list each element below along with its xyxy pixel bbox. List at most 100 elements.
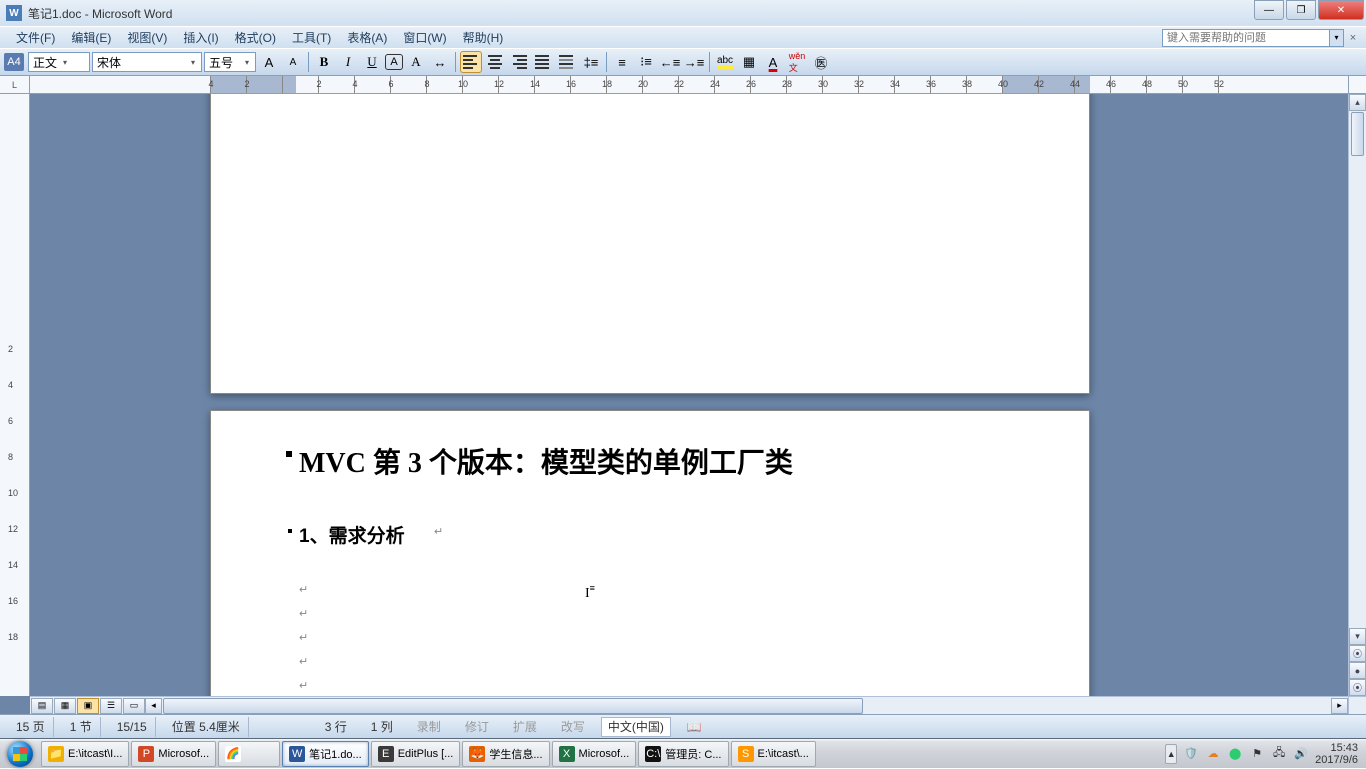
char-shading-icon[interactable]: A [405, 51, 427, 73]
tray-action-icon[interactable]: ⬤ [1227, 746, 1243, 762]
status-page-count[interactable]: 15/15 [109, 717, 156, 737]
status-line[interactable]: 3 行 [317, 717, 355, 737]
distribute-button[interactable] [556, 51, 578, 73]
status-page[interactable]: 15 页 [8, 717, 54, 737]
menu-close-icon[interactable]: × [1346, 29, 1360, 47]
taskbar-item[interactable]: 📁E:\itcast\I... [41, 741, 129, 767]
border-button[interactable]: ▦ [738, 51, 760, 73]
ruler-row: L 42246810121416182022242628303234363840… [0, 76, 1366, 94]
vertical-ruler[interactable]: 2 4 6 8 10 12 14 16 18 [0, 94, 30, 696]
scroll-up-button[interactable]: ▴ [1349, 94, 1366, 111]
tray-onedrive-icon[interactable]: ☁ [1205, 746, 1221, 762]
status-bar: 15 页 1 节 15/15 位置 5.4厘米 3 行 1 列 录制 修订 扩展… [0, 714, 1366, 738]
taskbar-item[interactable]: XMicrosof... [552, 741, 637, 767]
phonetic-guide-icon[interactable]: wěn文 [786, 51, 808, 73]
status-language[interactable]: 中文(中国) [601, 717, 671, 737]
style-combo[interactable]: 正文▾ [28, 52, 90, 72]
taskbar-item[interactable]: C:\管理员: C... [638, 741, 728, 767]
bullet-list-button[interactable]: ⁝≡ [635, 51, 657, 73]
web-view-button[interactable]: ▦ [54, 698, 76, 714]
status-extend[interactable]: 扩展 [505, 717, 545, 737]
taskbar-app-icon: S [738, 746, 754, 762]
status-revision[interactable]: 修订 [457, 717, 497, 737]
taskbar-item[interactable]: EEditPlus [... [371, 741, 461, 767]
status-record[interactable]: 录制 [409, 717, 449, 737]
grow-font-icon[interactable]: A [258, 51, 280, 73]
font-combo[interactable]: 宋体▾ [92, 52, 202, 72]
menu-insert[interactable]: 插入(I) [175, 27, 226, 48]
tray-flag-icon[interactable]: ⚑ [1249, 746, 1265, 762]
prev-page-button[interactable]: ⦿ [1349, 645, 1366, 662]
highlight-button[interactable]: abc [714, 51, 736, 73]
status-position[interactable]: 位置 5.4厘米 [164, 717, 249, 737]
menu-table[interactable]: 表格(A) [339, 27, 395, 48]
status-overwrite[interactable]: 改写 [553, 717, 593, 737]
taskbar-item[interactable]: 🌈 [218, 741, 280, 767]
maximize-button[interactable]: ❐ [1286, 0, 1316, 20]
status-spellcheck-icon[interactable]: 📖 [679, 717, 710, 737]
vertical-scrollbar[interactable]: ▴ ▾ ⦿ ● ⦿ [1348, 94, 1366, 696]
menu-edit[interactable]: 编辑(E) [63, 27, 119, 48]
underline-button[interactable]: U [361, 51, 383, 73]
menu-help[interactable]: 帮助(H) [455, 27, 512, 48]
heading-1[interactable]: MVC 第 3 个版本：模型类的单例工厂类 [299, 441, 793, 481]
numbered-list-button[interactable]: ≡ [611, 51, 633, 73]
hscroll-track[interactable] [163, 698, 1330, 714]
taskbar-item[interactable]: SE:\itcast\... [731, 741, 816, 767]
status-column[interactable]: 1 列 [363, 717, 401, 737]
scroll-down-button[interactable]: ▾ [1349, 628, 1366, 645]
align-right-button[interactable] [508, 51, 530, 73]
tray-volume-icon[interactable]: 🔊 [1293, 746, 1309, 762]
styles-pane-icon[interactable]: A4 [4, 53, 24, 71]
tray-expand-button[interactable]: ▲ [1165, 744, 1177, 764]
reading-view-button[interactable]: ▭ [123, 698, 145, 714]
help-search-dropdown[interactable]: ▾ [1330, 29, 1344, 47]
vscroll-thumb[interactable] [1351, 112, 1364, 156]
start-button[interactable] [0, 739, 40, 769]
taskbar-item[interactable]: 🦊学生信息... [462, 741, 549, 767]
browse-object-button[interactable]: ● [1349, 662, 1366, 679]
help-search-input[interactable] [1162, 29, 1330, 47]
font-color-button[interactable]: A [762, 51, 784, 73]
tray-shield-icon[interactable]: 🛡️ [1183, 746, 1199, 762]
document-viewport[interactable]: { "cm">//构建删除的SQL语句 "var">$sql = "">DELE… [30, 94, 1348, 696]
menu-file[interactable]: 文件(F) [8, 27, 63, 48]
hscroll-right-button[interactable]: ▸ [1331, 698, 1348, 714]
status-section[interactable]: 1 节 [62, 717, 101, 737]
text-border-icon[interactable]: A [385, 54, 403, 70]
taskbar-item[interactable]: W笔记1.do... [282, 741, 369, 767]
menu-tools[interactable]: 工具(T) [284, 27, 339, 48]
taskbar-item[interactable]: PMicrosof... [131, 741, 216, 767]
italic-button[interactable]: I [337, 51, 359, 73]
normal-view-button[interactable]: ▤ [31, 698, 53, 714]
align-left-button[interactable] [460, 51, 482, 73]
line-spacing-button[interactable]: ‡≡ [580, 51, 602, 73]
hscroll-left-button[interactable]: ◂ [145, 698, 162, 714]
horizontal-ruler[interactable]: 4224681012141618202224262830323436384042… [30, 76, 1348, 93]
close-button[interactable]: ✕ [1318, 0, 1364, 20]
menu-format[interactable]: 格式(O) [227, 27, 284, 48]
menu-window[interactable]: 窗口(W) [395, 27, 454, 48]
font-size-combo[interactable]: 五号▾ [204, 52, 256, 72]
decrease-indent-button[interactable]: ←≡ [659, 51, 681, 73]
menu-view[interactable]: 视图(V) [119, 27, 175, 48]
next-page-button[interactable]: ⦿ [1349, 679, 1366, 696]
increase-indent-button[interactable]: →≡ [683, 51, 705, 73]
tray-network-icon[interactable]: 🖧 [1271, 746, 1287, 762]
align-justify-button[interactable] [532, 51, 554, 73]
hscroll-thumb[interactable] [163, 698, 863, 714]
menu-bar: 文件(F) 编辑(E) 视图(V) 插入(I) 格式(O) 工具(T) 表格(A… [0, 26, 1366, 48]
enclose-char-icon[interactable]: ㊩ [810, 51, 832, 73]
tray-clock[interactable]: 15:43 2017/9/6 [1315, 742, 1358, 766]
minimize-button[interactable]: — [1254, 0, 1284, 20]
heading1-bullet [286, 451, 292, 457]
shrink-font-icon[interactable]: A [282, 51, 304, 73]
heading-2[interactable]: 1、需求分析 [299, 521, 405, 548]
align-center-button[interactable] [484, 51, 506, 73]
tab-selector[interactable]: L [0, 76, 30, 93]
outline-view-button[interactable]: ☰ [100, 698, 122, 714]
para-mark: ↵ [299, 631, 308, 644]
bold-button[interactable]: B [313, 51, 335, 73]
print-view-button[interactable]: ▣ [77, 698, 99, 714]
char-scale-icon[interactable]: ↔ [429, 51, 451, 73]
